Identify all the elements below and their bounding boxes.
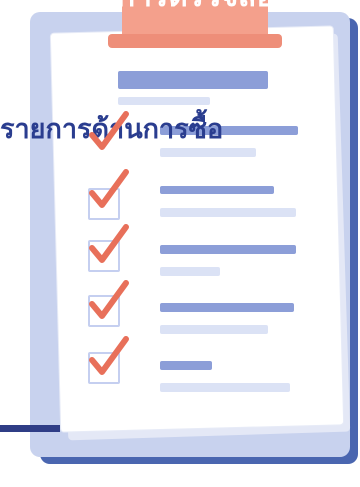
check-mark-icon	[89, 224, 129, 263]
row-3-subline	[160, 267, 220, 276]
check-mark-icon	[89, 280, 129, 319]
paper-title-bar	[118, 71, 268, 89]
check-mark-icon	[89, 111, 129, 150]
row-2-line	[160, 186, 274, 194]
accent-strip	[0, 425, 60, 432]
paper-subtitle-bar	[118, 97, 210, 105]
row-5-subline	[160, 383, 290, 392]
check-mark-icon	[89, 336, 129, 375]
banner-title: รายการตรวจสอบ	[0, 0, 360, 15]
check-mark-icon	[89, 169, 129, 208]
row-3-line	[160, 245, 296, 254]
row-5-line	[160, 361, 212, 370]
row-4-line	[160, 303, 294, 312]
row-4-subline	[160, 325, 268, 334]
clipboard-clip-base	[108, 34, 282, 48]
row-2-subline	[160, 208, 296, 217]
row-1-subline	[160, 148, 256, 157]
clipboard-illustration: รายการตรวจสอบ รายการด้านการซื้อ	[0, 0, 360, 487]
